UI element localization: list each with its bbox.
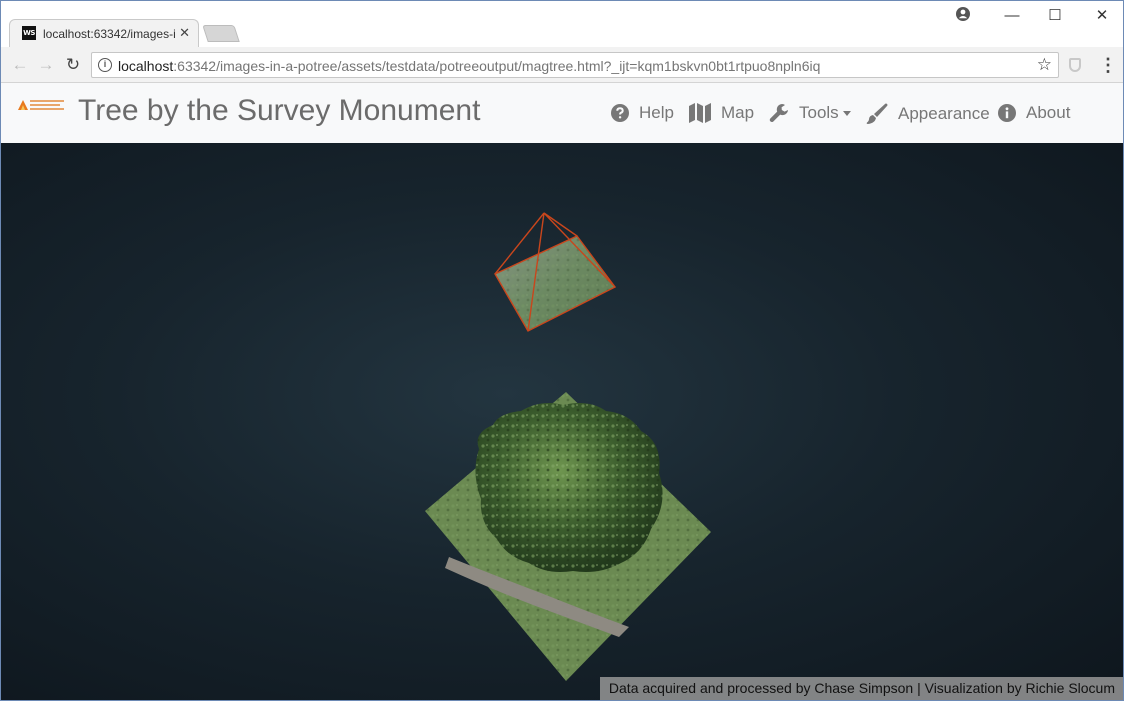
camera-frustum[interactable] [494,212,617,332]
forward-arrow-icon[interactable]: → [36,55,56,75]
bookmark-star-icon[interactable]: ☆ [1037,55,1052,75]
nav-appearance-label: Appearance [898,104,990,123]
maximize-button[interactable]: ☐ [1039,5,1071,27]
map-icon [689,103,711,123]
info-circle-icon [998,104,1016,122]
tab-title: localhost:63342/images-i [43,27,175,41]
browser-tab[interactable]: WS localhost:63342/images-i ✕ [9,19,199,47]
address-bar[interactable]: i localhost:63342/images-in-a-potree/ass… [91,52,1059,78]
paintbrush-icon [866,103,888,124]
point-cloud-scene[interactable] [1,143,1123,700]
nav-help-label: Help [639,103,674,122]
close-window-button[interactable]: ✕ [1086,5,1118,27]
potree-navbar: Tree by the Survey Monument Help Map Too… [1,83,1123,143]
attribution-credits: Data acquired and processed by Chase Sim… [599,677,1123,700]
nav-map-label: Map [721,103,755,122]
nav-about[interactable]: About [998,103,1070,123]
new-tab-button[interactable] [202,25,240,42]
logo-icon [18,100,64,110]
browser-titlebar: WS localhost:63342/images-i ✕ — ☐ ✕ [1,1,1123,47]
webstorm-favicon-icon: WS [22,26,36,40]
dropdown-caret-icon [842,110,851,116]
nav-appearance[interactable]: Appearance [866,103,990,125]
minimize-button[interactable]: — [996,5,1028,27]
tab-close-icon[interactable]: ✕ [179,25,190,41]
nav-help[interactable]: Help [611,103,674,123]
url-path: :63342/images-in-a-potree/assets/testdat… [173,58,821,74]
reload-icon[interactable]: ↻ [63,55,83,75]
tree-canopy [475,403,663,572]
nav-tools-dropdown[interactable]: Tools [769,103,851,123]
back-arrow-icon[interactable]: ← [10,55,30,75]
nav-about-label: About [1026,103,1071,122]
profile-icon[interactable] [956,7,970,21]
url-host: localhost [118,58,174,74]
question-circle-icon [611,104,629,122]
page-title: Tree by the Survey Monument [78,94,481,127]
browser-menu-icon[interactable]: ⋮ [1099,55,1117,75]
url-text[interactable]: localhost:63342/images-in-a-potree/asset… [118,58,820,74]
extension-shield-icon[interactable] [1069,58,1081,72]
nav-tools-label: Tools [799,103,839,122]
site-info-icon[interactable]: i [98,58,112,72]
browser-window: WS localhost:63342/images-i ✕ — ☐ ✕ ← → … [0,0,1124,701]
browser-toolbar: ← → ↻ i localhost:63342/images-in-a-potr… [1,47,1123,83]
nav-map[interactable]: Map [689,103,754,123]
potree-page: Tree by the Survey Monument Help Map Too… [1,83,1123,700]
potree-3d-viewer[interactable]: Data acquired and processed by Chase Sim… [1,143,1123,700]
wrench-icon [769,104,788,123]
